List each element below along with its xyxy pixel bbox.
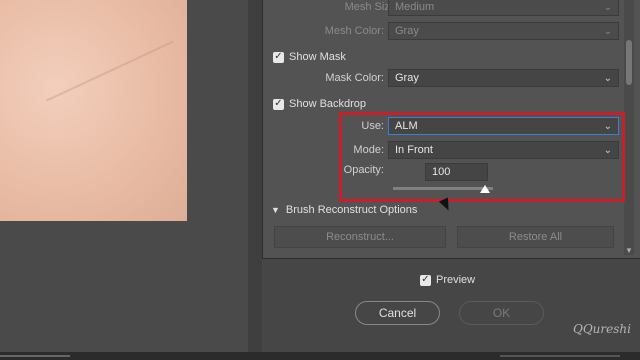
reconstruct-button[interactable]: Reconstruct... [274, 226, 446, 248]
ok-button[interactable]: OK [459, 301, 544, 325]
canvas-divider [248, 0, 262, 352]
mesh-color-value: Gray [395, 25, 419, 37]
highlight-annotation [339, 112, 625, 202]
mesh-color-select[interactable]: Gray ⌄ [388, 22, 619, 40]
mesh-size-label: Mesh Size: [344, 1, 399, 13]
restore-all-button[interactable]: Restore All [457, 226, 614, 248]
show-backdrop-checkbox[interactable]: ✓ [273, 98, 284, 110]
preview-label: Preview [436, 274, 476, 286]
scrollbar-thumb[interactable] [626, 40, 632, 85]
show-backdrop-checkbox-row[interactable]: ✓ Show Backdrop [273, 98, 366, 110]
preview-checkbox-row[interactable]: ✓ Preview [420, 274, 475, 286]
preview-checkbox[interactable]: ✓ [420, 274, 431, 286]
skin-image [0, 0, 187, 221]
panel-scrollbar[interactable]: ▼ [624, 0, 634, 255]
chevron-down-icon: ⌄ [603, 73, 612, 84]
taskbar-segment [500, 355, 620, 357]
show-backdrop-label: Show Backdrop [289, 98, 367, 110]
scroll-down-icon[interactable]: ▼ [625, 246, 633, 255]
brush-reconstruct-label: Brush Reconstruct Options [285, 204, 418, 216]
mask-color-label: Mask Color: [325, 72, 384, 84]
bottom-taskbar [0, 352, 640, 360]
mesh-size-value: Medium [395, 1, 435, 13]
watermark-signature: QQureshi [573, 322, 631, 336]
show-mask-label: Show Mask [289, 51, 346, 63]
collapse-triangle-icon[interactable]: ▼ [271, 205, 280, 215]
image-canvas[interactable] [0, 0, 248, 352]
show-mask-checkbox[interactable]: ✓ [273, 51, 284, 63]
mesh-size-select[interactable]: Medium ⌄ [388, 0, 619, 16]
cancel-button[interactable]: Cancel [355, 301, 440, 325]
chevron-down-icon: ⌄ [603, 2, 612, 13]
taskbar-segment [0, 355, 70, 357]
brush-reconstruct-header[interactable]: ▼ Brush Reconstruct Options [271, 204, 417, 216]
mesh-color-label: Mesh Color: [324, 25, 384, 37]
mask-color-value: Gray [395, 72, 419, 84]
show-mask-checkbox-row[interactable]: ✓ Show Mask [273, 51, 346, 63]
chevron-down-icon: ⌄ [603, 26, 612, 37]
mask-color-select[interactable]: Gray ⌄ [388, 69, 619, 87]
